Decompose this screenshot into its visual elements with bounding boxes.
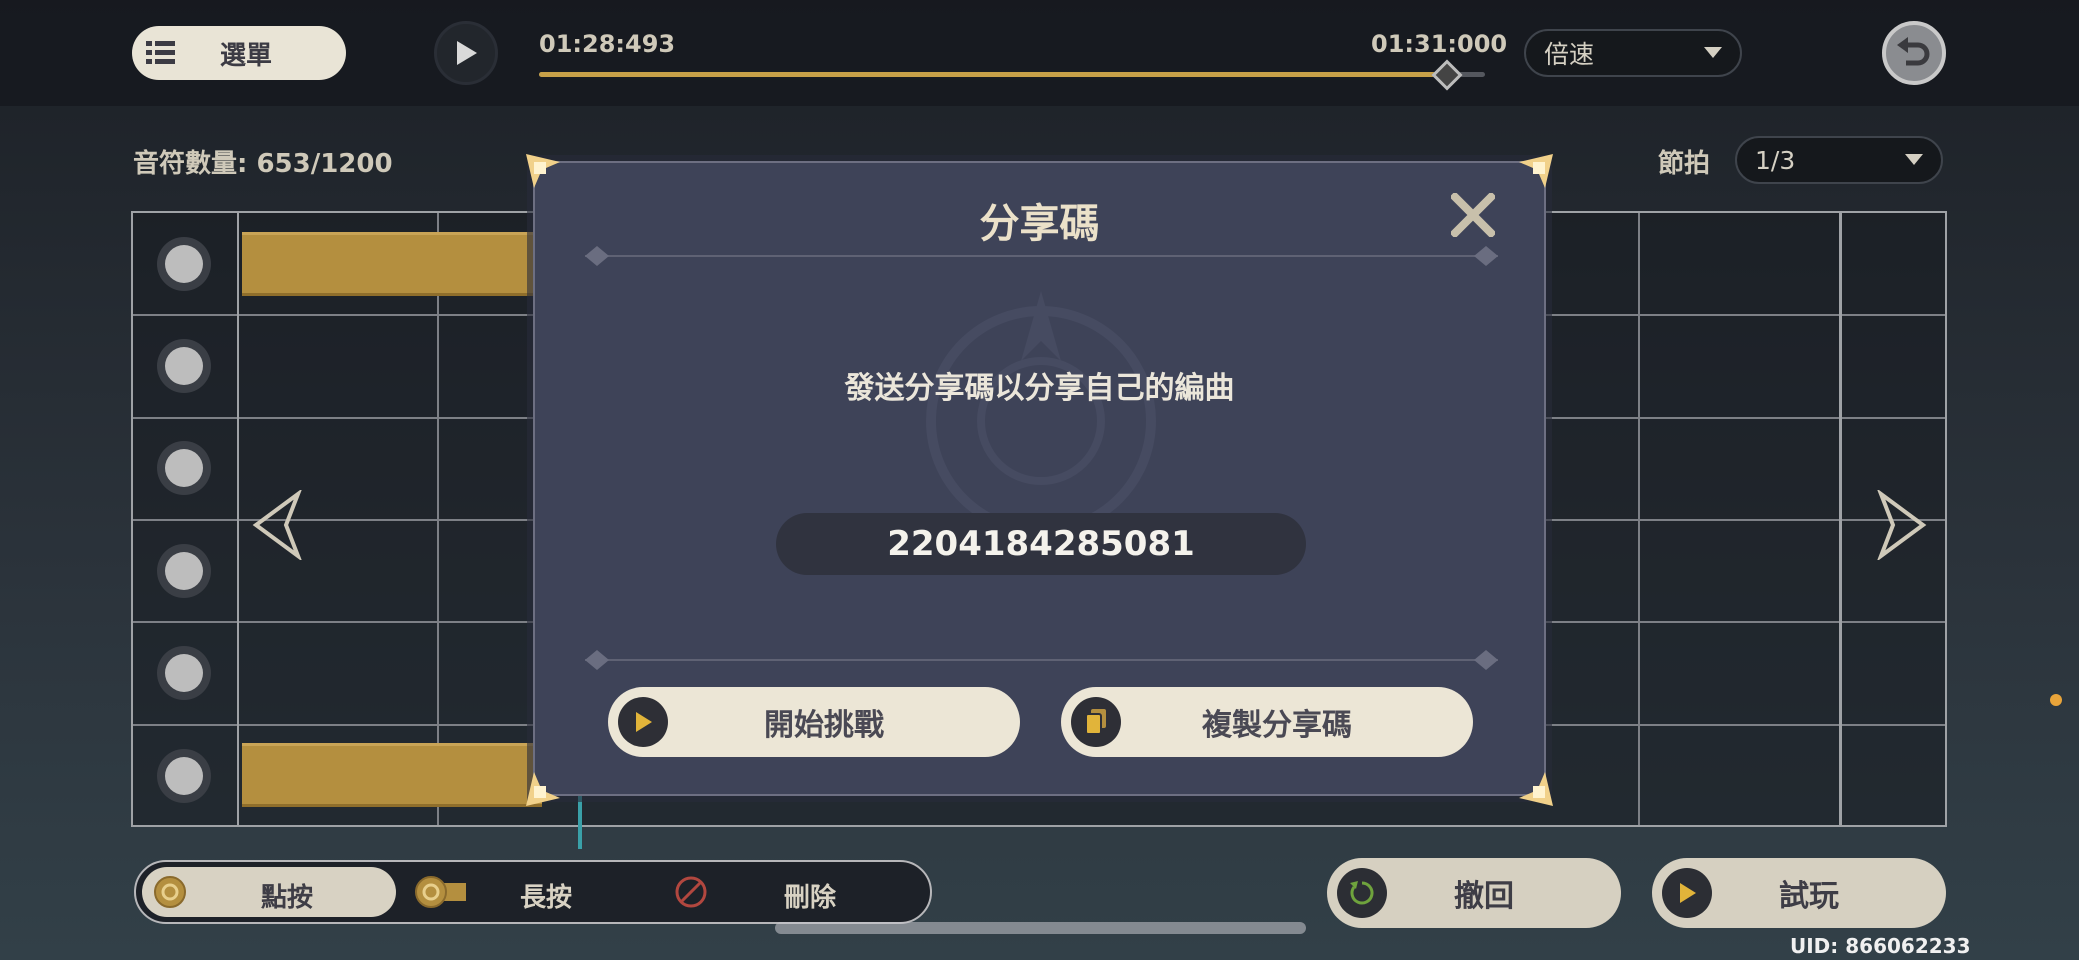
- chevron-down-icon: [1704, 47, 1722, 58]
- copy-share-code-button[interactable]: 複製分享碼: [1061, 687, 1473, 757]
- total-time: 01:31:000: [1371, 30, 1508, 58]
- share-code-dialog: 分享碼 發送分享碼以分享自己的編曲 2204184285081 開始挑戰 複製分…: [533, 161, 1546, 796]
- dialog-title: 分享碼: [979, 201, 1100, 247]
- menu-button[interactable]: 選單: [132, 26, 346, 80]
- ornament-icon: [585, 650, 609, 670]
- play-icon: [457, 41, 477, 65]
- divider: [585, 659, 1498, 661]
- corner-ornament-icon: [1519, 772, 1553, 806]
- note-count: 音符數量: 653/1200: [133, 149, 393, 179]
- chevron-down-icon: [1905, 154, 1923, 165]
- close-icon[interactable]: [1451, 193, 1495, 237]
- key-button[interactable]: [157, 544, 211, 598]
- home-indicator[interactable]: [775, 922, 1306, 934]
- play-icon: [618, 697, 668, 747]
- ornament-icon: [1474, 650, 1498, 670]
- copy-icon: [1071, 697, 1121, 747]
- menu-label: 選單: [219, 40, 272, 71]
- hold-note[interactable]: [242, 232, 542, 296]
- divider: [585, 255, 1498, 257]
- try-play-button[interactable]: 試玩: [1652, 858, 1946, 928]
- play-button[interactable]: [434, 21, 498, 85]
- grid-column-line: [1638, 213, 1640, 825]
- return-icon: [1897, 37, 1930, 66]
- beat-select[interactable]: 1/3: [1735, 136, 1943, 184]
- play-icon: [1662, 868, 1712, 918]
- tap-note-icon: [154, 876, 186, 908]
- current-time: 01:28:493: [539, 30, 676, 58]
- grid-key-column-line: [237, 213, 239, 825]
- corner-ornament-icon: [1519, 154, 1553, 188]
- tap-mode-label: 點按: [261, 883, 314, 913]
- ornament-icon: [585, 246, 609, 266]
- key-button[interactable]: [157, 441, 211, 495]
- start-challenge-label: 開始挑戰: [764, 708, 884, 743]
- speed-select[interactable]: 倍速: [1524, 29, 1742, 77]
- uid-label: UID: 866062233: [1790, 934, 1971, 958]
- key-button[interactable]: [157, 237, 211, 291]
- grid-beat-line: [1839, 213, 1842, 825]
- delete-icon: [675, 876, 707, 908]
- scroll-right-icon[interactable]: [1873, 490, 1931, 560]
- undo-icon: [1337, 868, 1387, 918]
- copy-share-code-label: 複製分享碼: [1202, 708, 1352, 743]
- hold-note-icon: [415, 876, 466, 908]
- list-icon: [146, 41, 175, 64]
- key-button[interactable]: [157, 646, 211, 700]
- start-challenge-button[interactable]: 開始挑戰: [608, 687, 1020, 757]
- notification-dot: [2050, 694, 2062, 706]
- key-button[interactable]: [157, 749, 211, 803]
- timeline-progress: [539, 72, 1447, 77]
- corner-ornament-icon: [526, 772, 560, 806]
- undo-button[interactable]: 撤回: [1327, 858, 1621, 928]
- delete-mode-label: 刪除: [784, 883, 837, 913]
- share-code-field[interactable]: 2204184285081: [776, 513, 1306, 575]
- hold-note[interactable]: [242, 743, 542, 807]
- undo-label: 撤回: [1454, 879, 1514, 914]
- beat-value: 1/3: [1755, 145, 1796, 175]
- corner-ornament-icon: [526, 154, 560, 188]
- speed-label: 倍速: [1544, 40, 1595, 69]
- beat-label: 節拍: [1658, 149, 1711, 179]
- try-play-label: 試玩: [1779, 879, 1839, 914]
- ornament-icon: [1474, 246, 1498, 266]
- hold-mode-label: 長按: [520, 883, 573, 913]
- note-mode-bar: 點按 長按 刪除: [134, 860, 932, 924]
- grid-column-line: [437, 213, 439, 825]
- scroll-left-icon[interactable]: [248, 490, 306, 560]
- key-button[interactable]: [157, 339, 211, 393]
- dialog-description: 發送分享碼以分享自己的編曲: [844, 371, 1235, 406]
- back-button[interactable]: [1882, 21, 1946, 85]
- playhead-line: [578, 795, 582, 849]
